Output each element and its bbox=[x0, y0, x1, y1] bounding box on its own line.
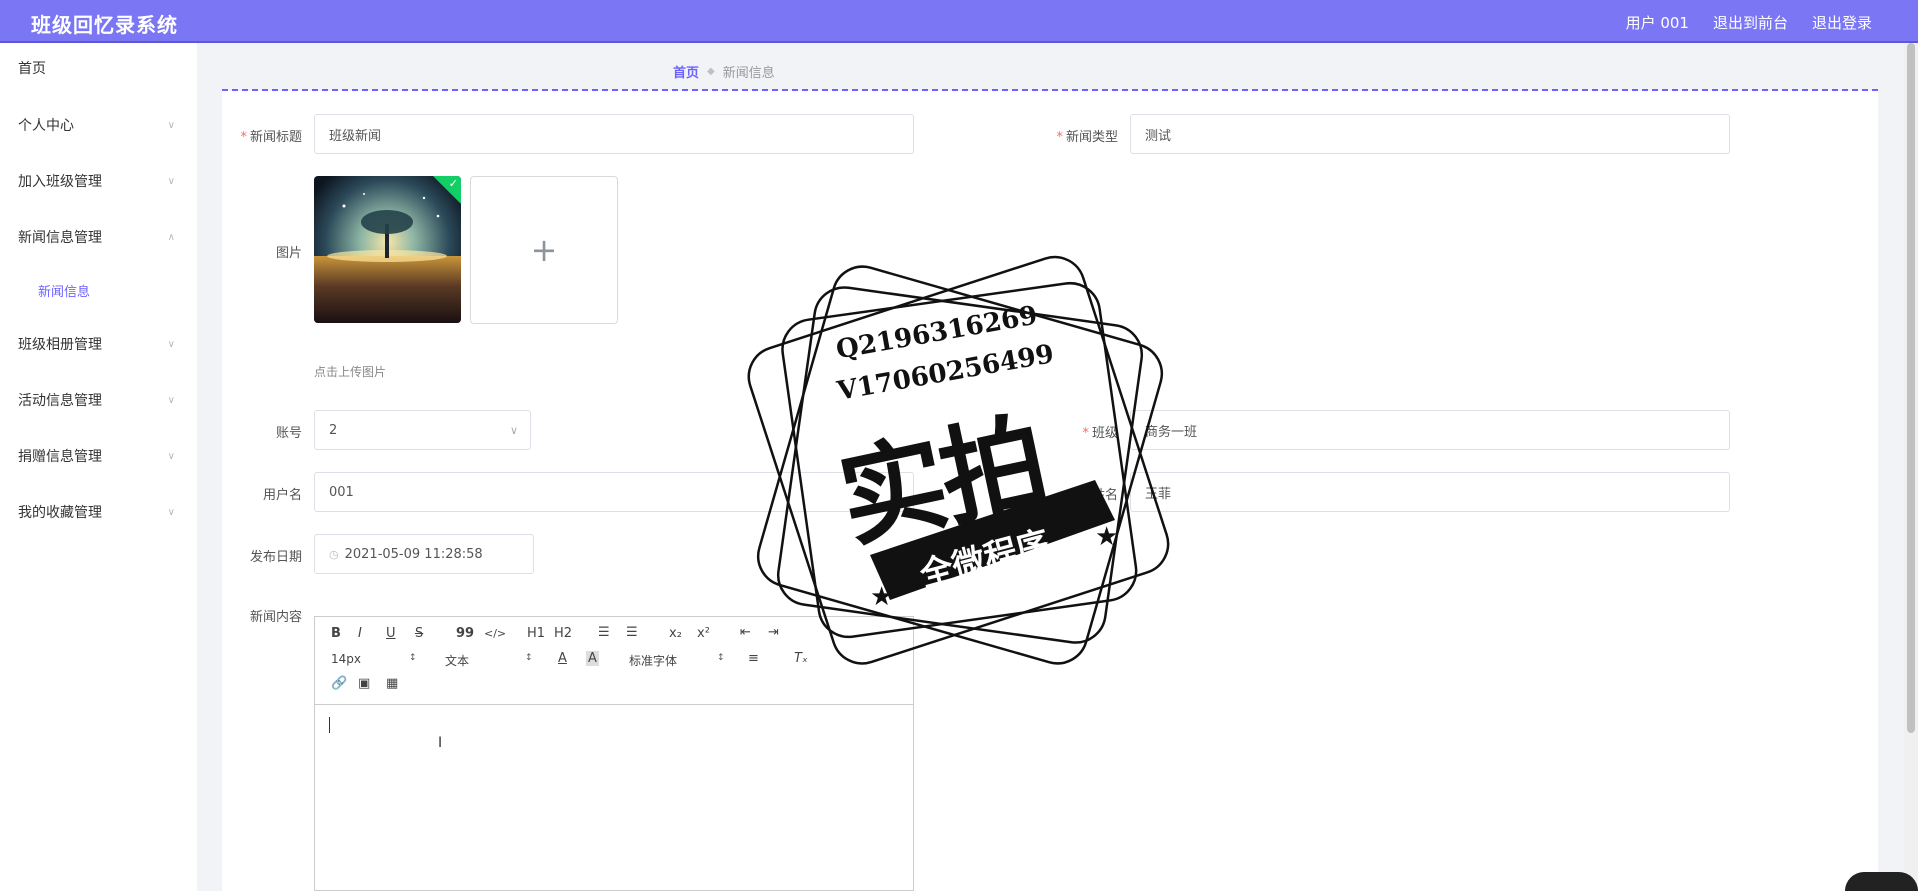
scroll-thumb[interactable] bbox=[1907, 43, 1915, 733]
font-family-select[interactable]: 标准字体 ↕ bbox=[629, 652, 725, 669]
bold-button[interactable]: B bbox=[331, 626, 341, 641]
background-color-icon[interactable]: A bbox=[586, 651, 599, 666]
plus-icon: + bbox=[530, 231, 558, 269]
chevron-down-icon: ∨ bbox=[167, 175, 175, 187]
sidebar-item-profile[interactable]: 个人中心 ∨ bbox=[0, 107, 197, 143]
sidebar-item-favorites[interactable]: 我的收藏管理 ∨ bbox=[0, 494, 197, 530]
chevron-down-icon: ∨ bbox=[167, 394, 175, 406]
sidebar-item-label: 我的收藏管理 bbox=[18, 505, 102, 521]
video-icon[interactable]: ▦ bbox=[386, 676, 398, 691]
sidebar-item-label: 首页 bbox=[18, 61, 46, 77]
account-value: 2 bbox=[329, 422, 338, 438]
top-bar: 班级回忆录系统 用户 001 退出到前台 退出登录 bbox=[0, 0, 1918, 43]
select-arrows-icon: ↕ bbox=[409, 653, 417, 663]
bullet-list-icon[interactable]: ☰ bbox=[626, 625, 638, 640]
breadcrumb-home[interactable]: 首页 bbox=[673, 62, 699, 81]
underline-button[interactable]: U bbox=[386, 626, 396, 641]
upload-button[interactable]: + bbox=[470, 176, 618, 324]
chevron-down-icon: ∨ bbox=[167, 119, 175, 131]
account-label: 账号 bbox=[275, 426, 302, 441]
h1-button[interactable]: H1 bbox=[527, 626, 545, 641]
title-input[interactable]: 班级新闻 bbox=[314, 114, 914, 154]
type-label: * 新闻类型 bbox=[1056, 130, 1118, 145]
ibeam-cursor-icon: I bbox=[438, 735, 443, 751]
class-input[interactable]: 商务一班 bbox=[1130, 410, 1730, 450]
text-cursor bbox=[329, 717, 330, 733]
title-label: * 新闻标题 bbox=[240, 130, 302, 145]
editor-toolbar: B I U S 99 </> H1 H2 ☰ ☰ x₂ x² ⇤ ⇥ 14px ↕… bbox=[315, 617, 913, 705]
sidebar-item-label: 加入班级管理 bbox=[18, 174, 102, 190]
breadcrumb-bar bbox=[197, 43, 1918, 91]
page-scrollbar[interactable] bbox=[1904, 43, 1918, 891]
image-icon[interactable]: ▣ bbox=[358, 676, 370, 691]
font-size-select[interactable]: 14px ↕ bbox=[331, 652, 421, 666]
image-label: 图片 bbox=[275, 246, 302, 261]
divider bbox=[222, 89, 1878, 91]
code-button[interactable]: </> bbox=[484, 627, 506, 640]
uploaded-image[interactable]: ✓ bbox=[314, 176, 461, 323]
upload-hint: 点击上传图片 bbox=[314, 365, 387, 379]
user-label: 用户 001 bbox=[1625, 14, 1689, 32]
sidebar-item-label: 班级相册管理 bbox=[18, 337, 102, 353]
header-select[interactable]: 文本 ↕ bbox=[445, 652, 535, 669]
select-arrows-icon: ↕ bbox=[525, 653, 533, 663]
align-icon[interactable]: ≡ bbox=[748, 651, 759, 666]
date-picker[interactable]: ◷ 2021-05-09 11:28:58 bbox=[314, 534, 534, 574]
date-label: 发布日期 bbox=[249, 550, 302, 565]
content-label: 新闻内容 bbox=[249, 610, 302, 625]
sidebar-item-label: 新闻信息 bbox=[38, 284, 91, 300]
chevron-down-icon: ∨ bbox=[167, 450, 175, 462]
chevron-down-icon: ∨ bbox=[509, 423, 518, 437]
sidebar-item-donation[interactable]: 捐赠信息管理 ∨ bbox=[0, 438, 197, 474]
sidebar-item-join-class[interactable]: 加入班级管理 ∨ bbox=[0, 163, 197, 199]
subscript-button[interactable]: x₂ bbox=[669, 626, 682, 641]
sidebar-item-label: 捐赠信息管理 bbox=[18, 449, 102, 465]
chevron-up-icon: ∧ bbox=[167, 231, 175, 243]
h2-button[interactable]: H2 bbox=[554, 626, 572, 641]
sidebar-item-home[interactable]: 首页 bbox=[0, 50, 197, 86]
link-icon[interactable]: 🔗 bbox=[331, 676, 347, 691]
ordered-list-icon[interactable]: ☰ bbox=[598, 625, 610, 640]
clear-format-icon[interactable]: Tₓ bbox=[794, 651, 808, 666]
clock-icon: ◷ bbox=[329, 547, 339, 561]
chevron-down-icon: ∨ bbox=[167, 506, 175, 518]
class-label: * 班级 bbox=[1082, 426, 1118, 441]
top-links: 用户 001 退出到前台 退出登录 bbox=[1626, 12, 1872, 33]
name-input[interactable]: 王菲 bbox=[1130, 472, 1730, 512]
breadcrumb-current: 新闻信息 bbox=[722, 66, 775, 81]
date-value: 2021-05-09 11:28:58 bbox=[344, 546, 483, 562]
sidebar-item-album[interactable]: 班级相册管理 ∨ bbox=[0, 326, 197, 362]
sidebar-item-label: 活动信息管理 bbox=[18, 393, 102, 409]
breadcrumb: 首页 ◆ 新闻信息 bbox=[673, 62, 775, 81]
rich-text-editor[interactable]: B I U S 99 </> H1 H2 ☰ ☰ x₂ x² ⇤ ⇥ 14px ↕… bbox=[314, 616, 914, 891]
breadcrumb-separator-icon: ◆ bbox=[707, 66, 715, 77]
indent-icon[interactable]: ⇥ bbox=[768, 625, 779, 640]
sidebar-item-label: 个人中心 bbox=[18, 118, 74, 134]
strike-button[interactable]: S bbox=[415, 626, 423, 641]
chevron-down-icon: ∨ bbox=[167, 338, 175, 350]
back-to-front-link[interactable]: 退出到前台 bbox=[1713, 12, 1788, 33]
superscript-button[interactable]: x² bbox=[697, 626, 710, 641]
account-select[interactable]: 2 ∨ bbox=[314, 410, 531, 450]
mascot-icon bbox=[1845, 872, 1918, 891]
sidebar: 首页 个人中心 ∨ 加入班级管理 ∨ 新闻信息管理 ∧ 新闻信息 班级相册管理 ∨ 活动… bbox=[0, 43, 197, 891]
outdent-icon[interactable]: ⇤ bbox=[740, 625, 751, 640]
logout-link[interactable]: 退出登录 bbox=[1812, 12, 1872, 33]
blockquote-button[interactable]: 99 bbox=[456, 626, 474, 641]
sidebar-item-news[interactable]: 新闻信息 bbox=[0, 272, 197, 308]
check-icon: ✓ bbox=[448, 177, 458, 190]
italic-button[interactable]: I bbox=[358, 626, 362, 641]
username-label: 用户名 bbox=[262, 488, 302, 503]
type-input[interactable]: 测试 bbox=[1130, 114, 1730, 154]
sidebar-item-label: 新闻信息管理 bbox=[18, 230, 102, 246]
app-title: 班级回忆录系统 bbox=[31, 13, 178, 37]
select-arrows-icon: ↕ bbox=[717, 653, 725, 663]
sidebar-item-activity[interactable]: 活动信息管理 ∨ bbox=[0, 382, 197, 418]
username-input[interactable]: 001 bbox=[314, 472, 914, 512]
sidebar-item-news-management[interactable]: 新闻信息管理 ∧ bbox=[0, 219, 197, 255]
font-color-icon[interactable]: A bbox=[558, 651, 567, 666]
